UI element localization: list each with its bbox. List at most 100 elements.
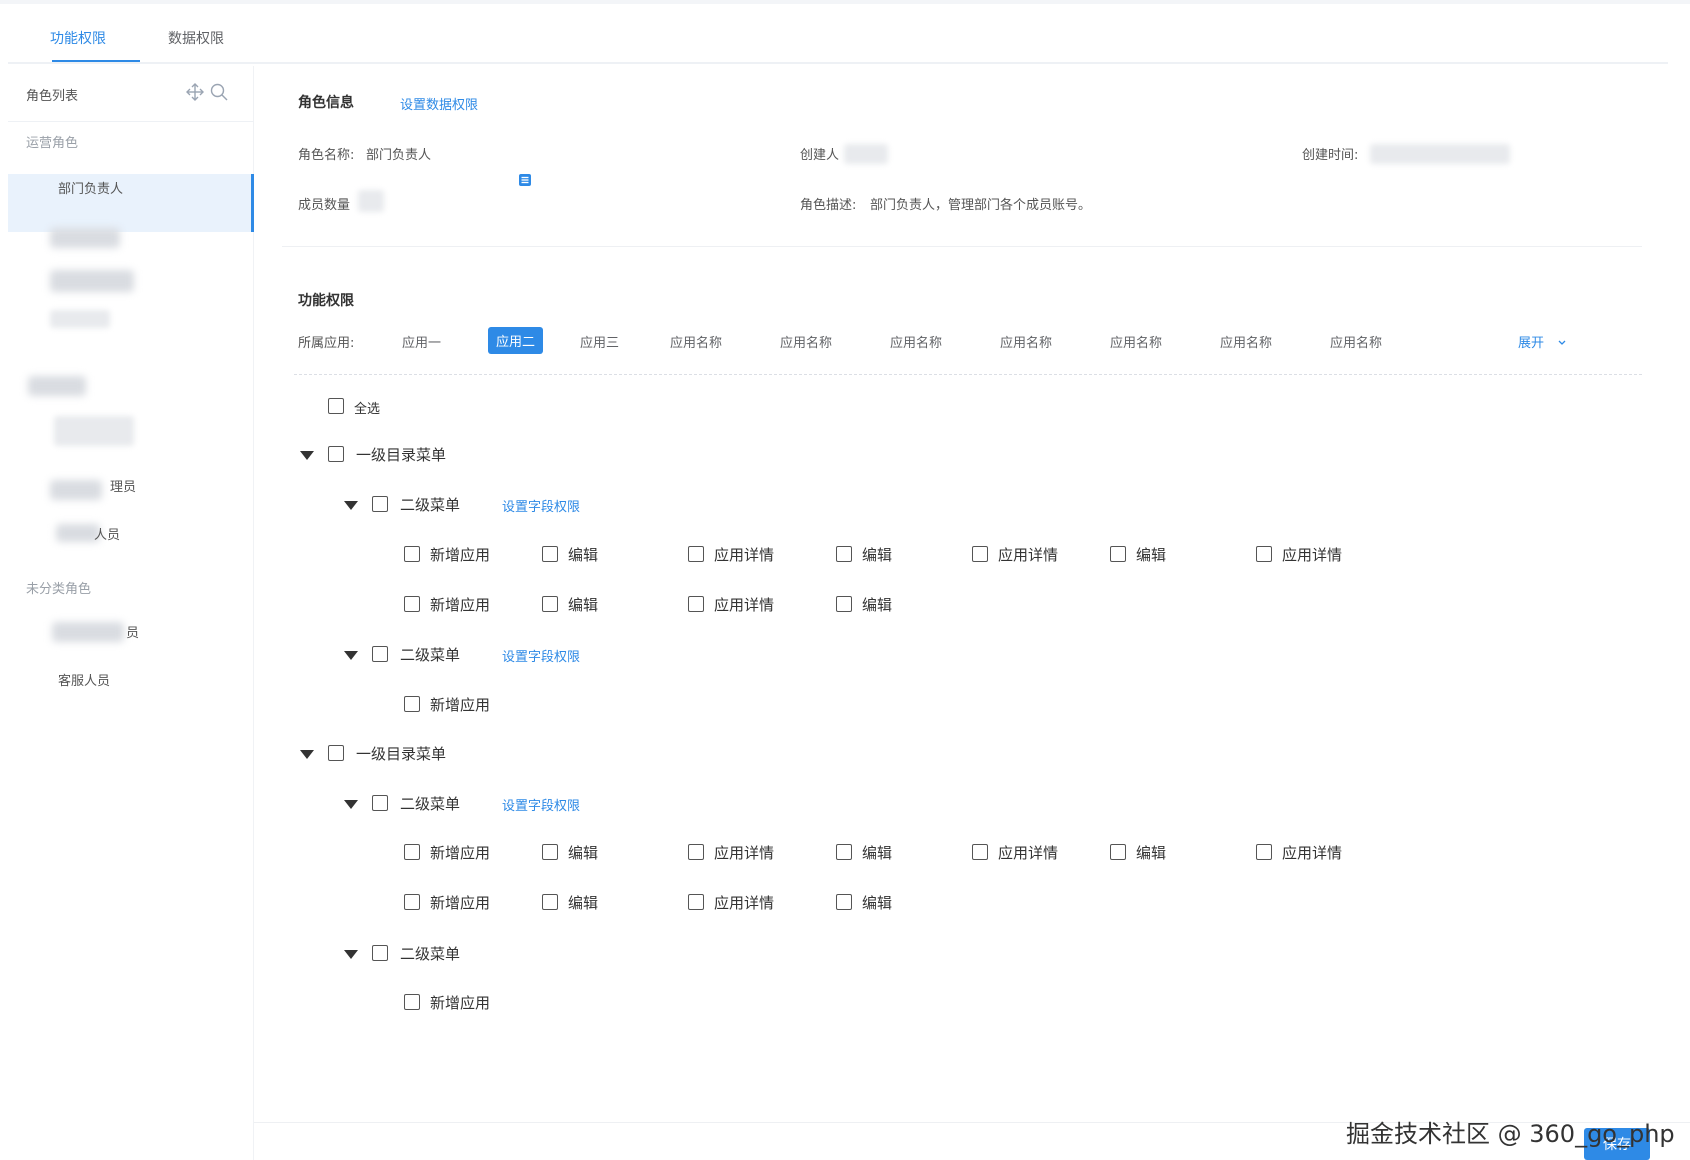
search-icon[interactable] — [208, 82, 230, 104]
chevron-down-icon[interactable] — [1556, 334, 1568, 353]
set-field-permission-link[interactable]: 设置字段权限 — [502, 496, 580, 515]
collapse-triangle-icon[interactable] — [344, 651, 358, 660]
level2-checkbox[interactable] — [372, 795, 388, 811]
sidebar-item-customer-service[interactable]: 客服人员 — [58, 670, 110, 689]
set-field-permission-link[interactable]: 设置字段权限 — [502, 795, 580, 814]
sidebar-item-partial-member[interactable]: 员 — [126, 622, 139, 641]
sidebar-header: 角色列表 — [8, 66, 254, 122]
perm-checkbox[interactable] — [404, 596, 420, 612]
perm-checkbox[interactable] — [836, 844, 852, 860]
sidebar-item-partial-admin[interactable]: 理员 — [110, 476, 136, 495]
app-tab[interactable]: 应用名称 — [670, 332, 722, 351]
move-icon[interactable] — [184, 82, 206, 104]
perm-label: 编辑 — [568, 844, 599, 862]
perm-checkbox[interactable] — [836, 894, 852, 910]
list-icon[interactable] — [518, 172, 532, 191]
group-operations: 运营角色 — [26, 136, 79, 151]
perm-checkbox[interactable] — [542, 844, 558, 860]
collapse-triangle-icon[interactable] — [344, 800, 358, 809]
perm-checkbox[interactable] — [1256, 546, 1272, 562]
collapse-triangle-icon[interactable] — [300, 750, 314, 759]
role-name-label: 角色名称: — [298, 148, 355, 163]
blurred-role-name[interactable] — [50, 228, 120, 248]
perm-checkbox[interactable] — [1110, 546, 1126, 562]
app-tab[interactable]: 应用名称 — [1330, 332, 1382, 351]
level2-checkbox[interactable] — [372, 646, 388, 662]
app-tab[interactable]: 应用名称 — [780, 332, 832, 351]
perm-label: 应用详情 — [998, 546, 1059, 564]
perm-label: 新增应用 — [430, 994, 491, 1012]
app-tab[interactable]: 应用名称 — [1220, 332, 1272, 351]
perm-checkbox[interactable] — [542, 596, 558, 612]
perm-checkbox[interactable] — [836, 596, 852, 612]
perm-checkbox[interactable] — [688, 546, 704, 562]
perm-checkbox[interactable] — [1110, 844, 1126, 860]
perm-label: 应用详情 — [998, 844, 1059, 862]
perm-checkbox[interactable] — [688, 596, 704, 612]
blurred-role-name[interactable] — [52, 622, 124, 642]
perm-checkbox[interactable] — [836, 546, 852, 562]
tab-data-permission[interactable]: 数据权限 — [168, 28, 224, 48]
perm-label: 编辑 — [568, 894, 599, 912]
perm-label: 应用详情 — [1282, 844, 1343, 862]
app-tabs: 应用一 应用二 应用三 应用名称 应用名称 应用名称 应用名称 应用名称 应用名… — [262, 327, 1682, 356]
app-tab[interactable]: 应用名称 — [1000, 332, 1052, 351]
set-data-permission-link[interactable]: 设置数据权限 — [400, 94, 478, 113]
top-border — [0, 0, 1690, 4]
blurred-role-name[interactable] — [50, 480, 102, 500]
blurred-role-name[interactable] — [54, 416, 134, 446]
expand-link[interactable]: 展开 — [1518, 332, 1544, 351]
blurred-role-name[interactable] — [50, 310, 110, 328]
level1-checkbox[interactable] — [328, 446, 344, 462]
app-tab[interactable]: 应用名称 — [1110, 332, 1162, 351]
perm-checkbox[interactable] — [688, 894, 704, 910]
perm-label: 新增应用 — [430, 696, 491, 714]
perm-checkbox[interactable] — [972, 546, 988, 562]
blurred-role-name[interactable] — [50, 270, 134, 292]
perm-label: 新增应用 — [430, 894, 491, 912]
level2-checkbox[interactable] — [372, 496, 388, 512]
member-count-label: 成员数量 — [298, 198, 351, 213]
blurred-created-time-value — [1370, 144, 1510, 164]
collapse-triangle-icon[interactable] — [300, 451, 314, 460]
level2-label: 二级菜单 — [400, 496, 461, 514]
level1-checkbox[interactable] — [328, 745, 344, 761]
perm-checkbox[interactable] — [688, 844, 704, 860]
role-info-title: 角色信息 — [298, 95, 354, 111]
perm-label: 应用详情 — [714, 894, 775, 912]
set-field-permission-link[interactable]: 设置字段权限 — [502, 646, 580, 665]
app-tab-active[interactable]: 应用二 — [488, 327, 544, 354]
perm-checkbox[interactable] — [404, 546, 420, 562]
tab-function-permission[interactable]: 功能权限 — [50, 28, 106, 48]
perm-label: 编辑 — [1136, 546, 1167, 564]
app-tab[interactable]: 应用三 — [580, 332, 619, 351]
active-tab-indicator — [52, 60, 140, 62]
perm-checkbox[interactable] — [404, 894, 420, 910]
sidebar-item-department-head[interactable]: 部门负责人 — [58, 178, 123, 197]
perm-checkbox[interactable] — [404, 844, 420, 860]
select-all-checkbox[interactable] — [328, 398, 344, 414]
sidebar-item-active-bg[interactable] — [8, 174, 254, 232]
level2-label: 二级菜单 — [400, 795, 461, 813]
perm-checkbox[interactable] — [972, 844, 988, 860]
role-sidebar: 角色列表 运营角色 部门负责人 理员 人员 未分类角色 员 客服人员 — [8, 66, 254, 1160]
app-tab[interactable]: 应用一 — [402, 332, 441, 351]
sidebar-title: 角色列表 — [26, 89, 79, 104]
perm-label: 编辑 — [568, 546, 599, 564]
perm-checkbox[interactable] — [404, 696, 420, 712]
description-label: 角色描述: — [800, 198, 857, 213]
sidebar-item-partial-staff[interactable]: 人员 — [94, 524, 120, 543]
perm-checkbox[interactable] — [1256, 844, 1272, 860]
app-tab[interactable]: 应用名称 — [890, 332, 942, 351]
perm-label: 应用详情 — [714, 546, 775, 564]
function-permission-title: 功能权限 — [298, 293, 354, 309]
perm-label: 编辑 — [862, 546, 893, 564]
collapse-triangle-icon[interactable] — [344, 950, 358, 959]
level2-checkbox[interactable] — [372, 945, 388, 961]
level1-label: 一级目录菜单 — [356, 745, 447, 763]
perm-checkbox[interactable] — [542, 894, 558, 910]
perm-checkbox[interactable] — [542, 546, 558, 562]
perm-label: 新增应用 — [430, 844, 491, 862]
collapse-triangle-icon[interactable] — [344, 501, 358, 510]
perm-checkbox[interactable] — [404, 994, 420, 1010]
